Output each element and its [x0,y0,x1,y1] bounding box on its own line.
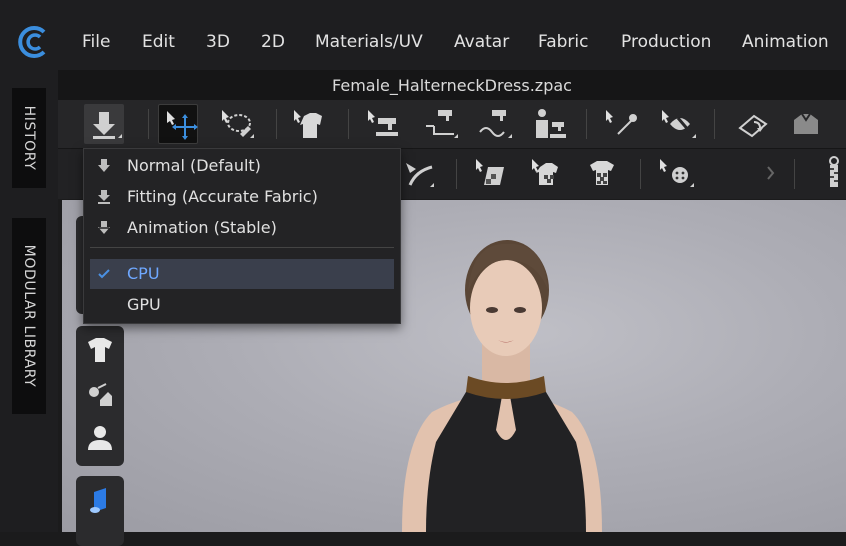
free-sewing-button[interactable] [474,104,514,144]
fabric-view-button[interactable] [82,482,118,518]
texture-edit-icon [476,159,504,185]
garment-button-icon [660,159,694,187]
pin-icon [606,110,637,135]
menu-3d[interactable]: 3D [206,31,230,53]
history-tab-label: HISTORY [21,105,37,171]
toolbar-separator [148,109,149,139]
show-avatar-button[interactable] [82,420,118,456]
menu-edit[interactable]: Edit [142,31,175,53]
toolbar-collapse-button[interactable] [752,153,792,193]
free-sewing-icon [479,110,512,138]
menu-item-label: GPU [127,295,161,314]
segment-sewing-icon [426,110,458,138]
document-title-bar: Female_HalterneckDress.zpac [58,70,846,100]
folded-garment-button[interactable] [786,104,826,144]
toolbar-separator [348,109,349,139]
simulation-mode-dropdown: Normal (Default) Fitting (Accurate Fabri… [83,148,401,324]
menu-file[interactable]: File [82,31,110,53]
zipper-tool-button[interactable] [810,153,846,193]
left-tab-bar: HISTORY MODULAR LIBRARY [0,70,58,532]
fabric-roll-icon [90,488,106,513]
texture-garment-button[interactable] [528,153,568,193]
sewing-tool-button[interactable] [364,104,404,144]
trace-icon [406,163,434,187]
fold-arrangement-button[interactable] [732,104,772,144]
toolbar-separator [276,109,277,139]
menu-item-label: Animation (Stable) [127,218,277,237]
history-tab[interactable]: HISTORY [12,88,46,188]
checkmark-icon [98,269,110,279]
menu-item-label: Normal (Default) [127,156,261,175]
segment-sewing-button[interactable] [420,104,460,144]
simulation-animation-icon [98,221,110,234]
lasso-select-button[interactable] [216,104,256,144]
menu-item-fitting[interactable]: Fitting (Accurate Fabric) [90,182,394,212]
modular-library-tab[interactable]: MODULAR LIBRARY [12,218,46,414]
simulation-normal-icon [98,159,110,172]
checkered-shirt-icon [532,159,558,185]
menu-separator [90,247,394,248]
viewport-side-tools [76,326,124,466]
toolbar-separator [456,159,457,189]
zipper-icon [829,156,839,187]
tack-tool-button[interactable] [658,104,698,144]
menu-item-label: CPU [127,264,160,283]
button-tool-button[interactable] [656,153,696,193]
simulation-arrow-icon [93,112,122,139]
fold-icon [738,114,768,138]
toolbar-separator [640,159,641,189]
transform-tool-button[interactable] [158,104,198,144]
viewport-side-tools-bottom [76,476,124,546]
menu-item-gpu[interactable]: GPU [90,290,394,320]
menu-item-animation-stable[interactable]: Animation (Stable) [90,213,394,243]
trims-icon [89,383,112,406]
toolbar-separator [794,159,795,189]
menu-animation[interactable]: Animation [742,31,829,53]
menu-avatar[interactable]: Avatar [454,31,509,53]
menu-production[interactable]: Production [621,31,711,53]
menu-fabric[interactable]: Fabric [538,31,589,53]
modular-library-tab-label: MODULAR LIBRARY [21,244,37,388]
simulation-fitting-icon [98,190,110,204]
menu-item-cpu[interactable]: CPU [90,259,394,289]
tshirt-icon [88,338,112,362]
toolbar-separator [714,109,715,139]
document-title: Female_HalterneckDress.zpac [332,76,572,95]
menu-2d[interactable]: 2D [261,31,285,53]
simulation-mode-button[interactable] [84,104,124,144]
move-arrows-icon [167,111,198,140]
pin-tool-button[interactable] [602,104,642,144]
show-trims-button[interactable] [82,376,118,412]
avatar-sewing-icon [536,109,566,138]
sewing-machine-icon [368,110,398,136]
menu-item-normal-default[interactable]: Normal (Default) [90,151,394,181]
folded-shirt-icon [794,113,818,134]
chevron-right-icon [767,166,775,180]
app-logo-icon[interactable] [18,26,50,58]
tack-icon [662,110,696,138]
toolbar-separator [586,109,587,139]
show-garment-button[interactable] [82,332,118,368]
menu-bar: File Edit 3D 2D Materials/UV Avatar Fabr… [0,0,846,70]
texture-edit-button[interactable] [472,153,512,193]
lasso-icon [222,110,254,138]
menu-item-label: Fitting (Accurate Fabric) [127,187,318,206]
garment-select-icon [294,110,322,138]
checkered-tshirt-icon [590,161,614,185]
trace-tool-button[interactable] [396,153,436,193]
texture-shirt-button[interactable] [582,153,622,193]
avatar-icon [88,426,112,450]
avatar-sewing-button[interactable] [528,104,568,144]
menu-materials-uv[interactable]: Materials/UV [315,31,423,53]
toolbar-row-1 [58,100,846,148]
select-garment-button[interactable] [290,104,330,144]
